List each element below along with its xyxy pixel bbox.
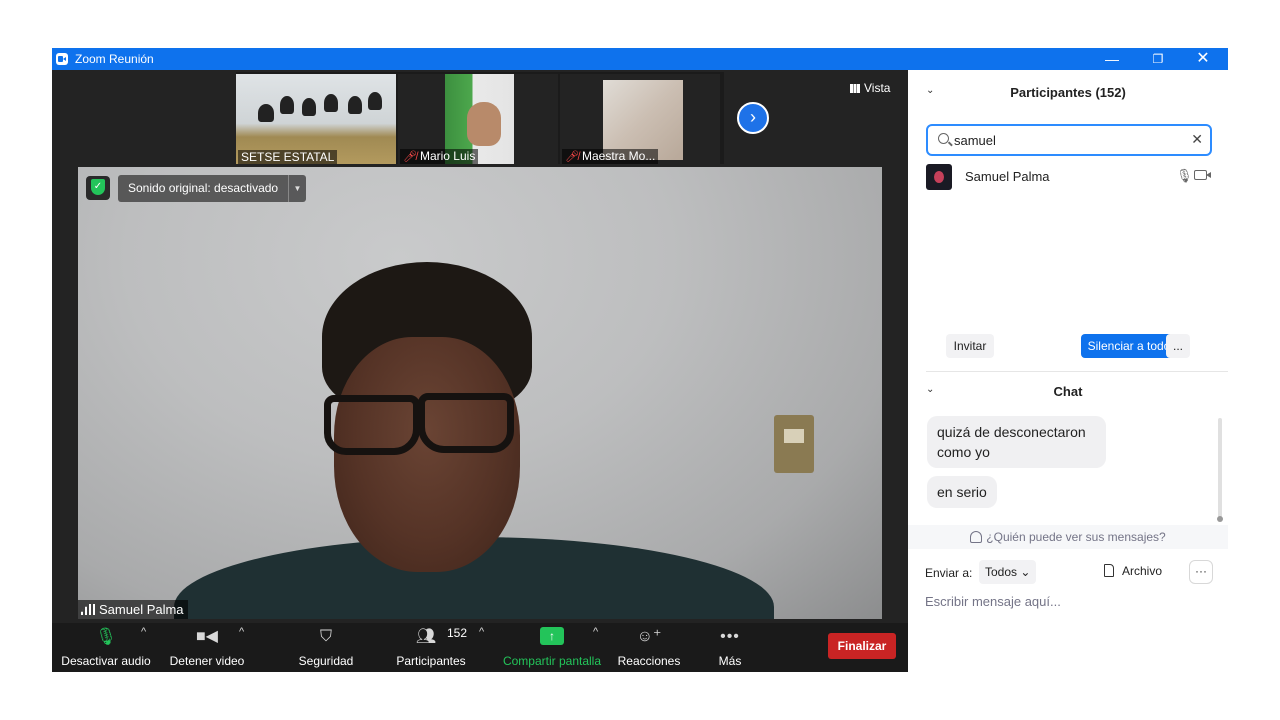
microphone-icon[interactable]: 🎙︎ — [1176, 168, 1193, 184]
participant-search-input[interactable] — [954, 131, 1184, 149]
zoom-window: Zoom Reunión — ❐ ✕ SETSE ESTATAL 🎤︎̸ Mari… — [52, 48, 1228, 672]
person-silhouette — [302, 98, 316, 116]
speaker-name-label: Samuel Palma — [78, 600, 188, 619]
mic-muted-icon: 🎤︎̸ — [403, 151, 417, 163]
video-thumbnail[interactable]: SETSE ESTATAL — [236, 74, 396, 164]
who-can-see-text: ¿Quién puede ver sus mensajes? — [986, 530, 1166, 544]
person-lock-icon — [970, 531, 983, 543]
chat-title: Chat — [1053, 384, 1083, 399]
meeting-toolbar: 🎙︎ Desactivar audio ^ ■◀ Detener video ^… — [52, 623, 908, 672]
share-options-caret[interactable]: ^ — [593, 626, 598, 638]
more-label: Más — [718, 654, 742, 668]
stop-video-button[interactable]: ■◀ Detener video — [164, 623, 250, 672]
audio-options-caret[interactable]: ^ — [141, 626, 146, 638]
view-label: Vista — [864, 81, 891, 95]
search-icon — [938, 133, 949, 144]
wall-switch — [774, 415, 814, 473]
title-bar: Zoom Reunión — ❐ ✕ — [52, 48, 1228, 70]
avatar — [926, 164, 952, 190]
send-to-label: Enviar a: — [925, 566, 973, 580]
original-sound-toggle[interactable]: Sonido original: desactivado — [118, 175, 289, 202]
active-speaker-video: Sonido original: desactivado ▼ Samuel Pa… — [78, 167, 882, 619]
participant-name: Samuel Palma — [965, 169, 1050, 184]
participant-row[interactable]: Samuel Palma 🎙︎ — [926, 162, 1216, 192]
reactions-button[interactable]: ☺⁺ Reacciones — [616, 623, 682, 672]
signal-strength-icon — [81, 604, 95, 615]
chevron-down-icon: ⌄ — [1020, 565, 1031, 579]
participants-more-button[interactable]: ... — [1166, 334, 1190, 358]
share-screen-label: Compartir pantalla — [502, 654, 602, 668]
video-options-caret[interactable]: ^ — [239, 626, 244, 638]
end-meeting-button[interactable]: Finalizar — [828, 633, 896, 659]
chat-more-button[interactable]: ··· — [1189, 560, 1213, 584]
file-icon — [1104, 564, 1114, 577]
glasses-right-lens — [418, 393, 514, 453]
security-label: Seguridad — [298, 654, 354, 668]
zoom-app-icon — [56, 53, 68, 65]
participants-count: 152 — [447, 626, 468, 640]
clear-search-icon[interactable]: ✕ — [1191, 131, 1203, 148]
chat-scrollbar-track[interactable] — [1218, 418, 1222, 518]
chat-header: ⌄ Chat — [908, 377, 1228, 407]
person-silhouette — [368, 92, 382, 110]
thumbnail-name: SETSE ESTATAL — [238, 150, 338, 164]
original-sound-dropdown[interactable]: ▼ — [288, 175, 306, 202]
thumbnail-face — [467, 102, 501, 146]
next-page-button[interactable]: › — [737, 102, 769, 134]
participants-title: Participantes (152) — [1010, 85, 1126, 100]
close-window-button[interactable]: ✕ — [1180, 48, 1226, 70]
share-screen-button[interactable]: ↑ Compartir pantalla — [500, 623, 604, 672]
invite-button[interactable]: Invitar — [946, 334, 994, 358]
maximize-button[interactable]: ❐ — [1135, 48, 1181, 70]
participants-label: Participantes — [396, 654, 466, 668]
person-silhouette — [280, 96, 294, 114]
video-camera-icon: ■◀ — [196, 628, 218, 645]
who-can-see-link[interactable]: ¿Quién puede ver sus mensajes? — [908, 525, 1228, 549]
share-arrow-icon: ↑ — [540, 627, 564, 645]
video-thumbnail[interactable]: 🎤︎̸ Maestra Mo... — [560, 74, 720, 164]
side-panel: ⌄ Participantes (152) ✕ Samuel Palma 🎙︎ … — [908, 70, 1228, 672]
emoji-add-icon: ☺⁺ — [636, 628, 662, 645]
chat-message-input[interactable] — [925, 589, 1215, 613]
shield-icon: ⛉ — [319, 628, 333, 645]
send-to-dropdown[interactable]: Todos ⌄ — [979, 560, 1037, 584]
video-thumbnail[interactable]: 🎤︎̸ Mario Luis — [398, 74, 558, 164]
view-button[interactable]: Vista — [850, 81, 890, 95]
chat-message: quizá de desconectaron como yo — [927, 416, 1106, 468]
thumbnail-name: 🎤︎̸ Mario Luis — [400, 149, 479, 164]
file-button[interactable]: Archivo — [1104, 564, 1162, 578]
gallery-strip: SETSE ESTATAL 🎤︎̸ Mario Luis 🎤︎̸ Maestra M… — [236, 72, 724, 164]
participants-button[interactable]: 👥︎ 152 Participantes — [390, 623, 472, 672]
video-area: SETSE ESTATAL 🎤︎̸ Mario Luis 🎤︎̸ Maestra M… — [52, 70, 908, 672]
chat-message: en serio — [927, 476, 997, 508]
window-title: Zoom Reunión — [75, 52, 154, 66]
participants-header: ⌄ Participantes (152) — [908, 78, 1228, 108]
stop-video-label: Detener video — [169, 654, 245, 668]
chevron-right-icon: › — [750, 107, 756, 127]
more-dots-icon: ••• — [720, 628, 740, 645]
more-button[interactable]: ••• Más — [704, 623, 756, 672]
panel-divider — [926, 371, 1228, 372]
gallery-grid-icon — [850, 84, 860, 93]
security-button[interactable]: ⛉ Seguridad — [290, 623, 362, 672]
glasses-left-lens — [324, 395, 420, 455]
participant-search[interactable]: ✕ — [926, 124, 1212, 156]
chat-scrollbar-thumb[interactable] — [1217, 516, 1223, 522]
send-to-value: Todos — [985, 565, 1018, 579]
video-camera-icon[interactable] — [1194, 170, 1211, 180]
reactions-label: Reacciones — [617, 654, 681, 668]
mute-audio-label: Desactivar audio — [61, 654, 151, 668]
person-silhouette — [324, 94, 338, 112]
encryption-shield-icon[interactable] — [86, 176, 110, 200]
thumbnail-camera-feed — [603, 80, 683, 160]
microphone-icon: 🎙︎ — [95, 627, 117, 646]
participants-icon: 👥︎ — [415, 628, 437, 645]
mic-muted-icon: 🎤︎̸ — [565, 151, 579, 163]
person-silhouette — [258, 104, 274, 122]
thumbnail-name: 🎤︎̸ Maestra Mo... — [562, 149, 659, 164]
minimize-button[interactable]: — — [1089, 48, 1135, 70]
file-label: Archivo — [1122, 564, 1163, 578]
person-silhouette — [348, 96, 362, 114]
participants-options-caret[interactable]: ^ — [479, 626, 484, 638]
